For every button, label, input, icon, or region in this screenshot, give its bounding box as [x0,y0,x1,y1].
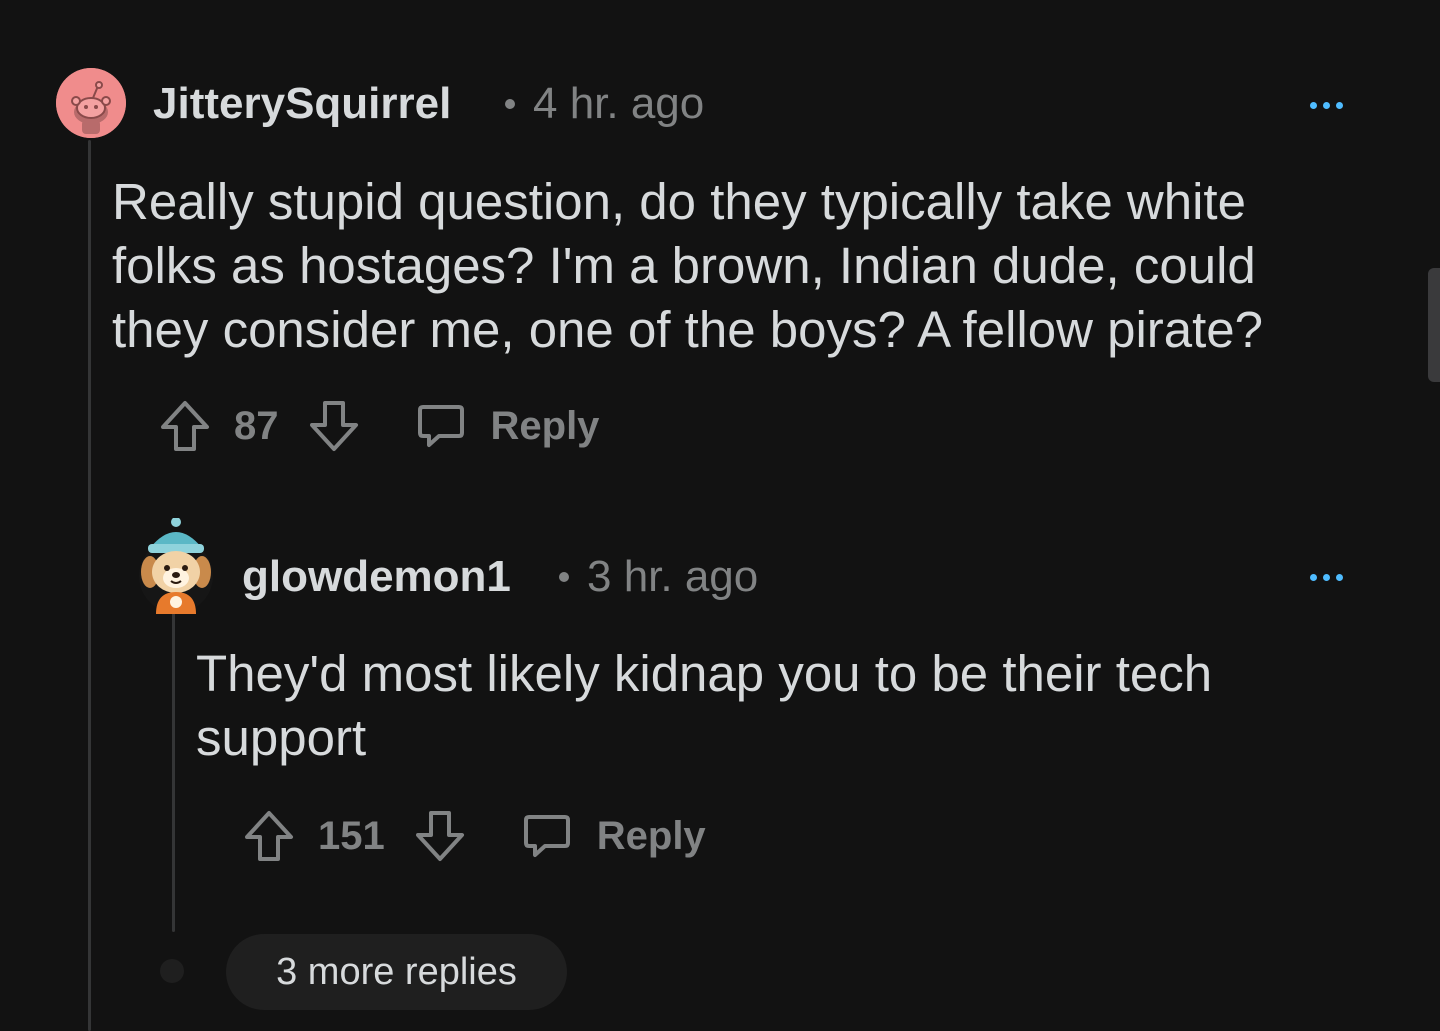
downvote-icon [415,811,464,861]
collapsed-thread-node [160,959,184,983]
separator-dot [559,572,569,582]
comment-body: Really stupid question, do they typicall… [112,173,1264,358]
snoo-avatar-icon [56,68,126,138]
thread-line-reply[interactable] [172,612,175,932]
downvote-icon [309,401,358,451]
reply-button[interactable]: Reply [523,813,706,859]
comment-body: They'd most likely kidnap you to be thei… [196,645,1213,766]
avatar[interactable] [138,518,214,614]
comment-thread: JitterySquirrel 4 hr. ago Really stupid … [0,0,1440,1031]
downvote-button[interactable] [307,396,361,456]
comment-timestamp: 3 hr. ago [587,552,759,601]
reply-button[interactable]: Reply [417,403,600,449]
puppy-avatar-icon [139,518,213,614]
downvote-button[interactable] [413,806,467,866]
reply-label: Reply [490,403,600,448]
thread-line-root[interactable] [88,140,91,1031]
comment-actions: 87 Reply [158,396,599,456]
more-options-icon[interactable] [1306,94,1347,117]
upvote-button[interactable] [242,806,296,866]
reply-bubble-icon [417,405,464,447]
reply-bubble-icon [523,815,570,857]
upvote-button[interactable] [158,396,212,456]
upvote-icon [161,401,209,451]
upvote-icon [245,811,293,861]
scrollbar[interactable] [1428,268,1440,382]
comment-actions: 151 Reply [242,806,706,866]
comment-timestamp: 4 hr. ago [533,79,705,128]
more-replies-button[interactable]: 3 more replies [226,934,567,1010]
comment-author[interactable]: glowdemon1 [242,551,511,603]
avatar[interactable] [56,68,126,138]
separator-dot [505,99,515,109]
more-options-icon[interactable] [1306,566,1347,589]
comment-author[interactable]: JitterySquirrel [153,78,451,130]
vote-score: 151 [318,813,385,858]
reply-label: Reply [596,813,706,858]
vote-score: 87 [234,403,279,448]
